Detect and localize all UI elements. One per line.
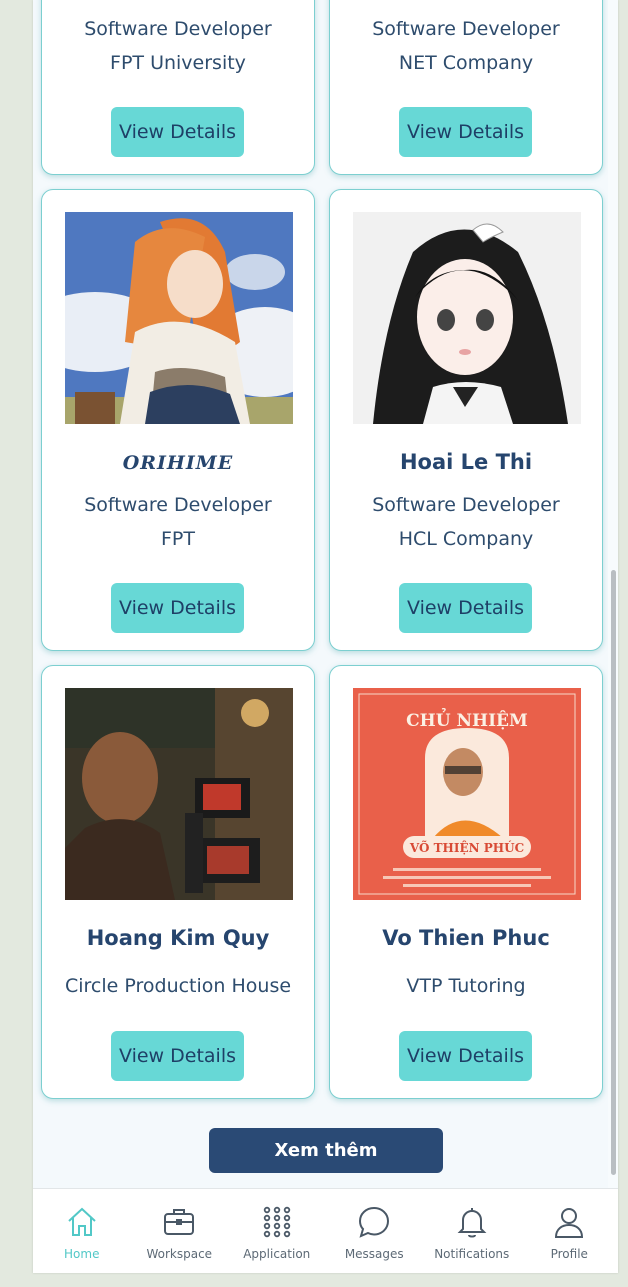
nav-label: Messages: [344, 1247, 404, 1261]
view-details-button[interactable]: View Details: [111, 583, 244, 633]
card-company: FPT University: [110, 52, 246, 74]
briefcase-icon: [164, 1209, 195, 1235]
mentor-photo: [65, 688, 293, 900]
nav-label: Application: [243, 1247, 311, 1261]
view-details-button[interactable]: View Details: [111, 107, 244, 157]
poster-banner: VÕ THIỆN PHÚC: [409, 839, 524, 855]
mentor-name: ORIHIME: [122, 452, 234, 474]
nav-item-notifications[interactable]: Notifications: [423, 1189, 521, 1273]
card-role: Software Developer: [84, 494, 272, 516]
card-role: Software Developer: [84, 18, 272, 40]
mentor-card: CHỦ NHIỆM VÕ THIỆN PHÚC Vo Thien Phuc VT…: [329, 665, 603, 1099]
card-role: Software Developer: [372, 18, 560, 40]
user-icon: [555, 1208, 584, 1238]
card-company: NET Company: [398, 52, 534, 74]
mentor-card: ORIHIME Software Developer FPT View Deta…: [41, 189, 315, 651]
mentor-name: Vo Thien Phuc: [382, 926, 550, 950]
mentor-card: Hoai Le Thi Software Developer HCL Compa…: [329, 189, 603, 651]
grid-dots-icon: [263, 1206, 290, 1238]
nav-label: Profile: [550, 1247, 588, 1261]
card-company: VTP Tutoring: [406, 975, 526, 997]
home-icon: [68, 1207, 96, 1236]
mentor-photo: [65, 212, 293, 424]
mentor-name: Hoang Kim Quy: [86, 926, 270, 950]
load-more-button[interactable]: Xem thêm: [209, 1128, 443, 1173]
nav-item-messages[interactable]: Messages: [326, 1189, 424, 1273]
nav-item-workspace[interactable]: Workspace: [131, 1189, 229, 1273]
nav-item-profile[interactable]: Profile: [521, 1189, 619, 1273]
nav-item-application[interactable]: Application: [228, 1189, 326, 1273]
card-role: Software Developer: [372, 494, 560, 516]
mentor-card: Software Developer NET Company View Deta…: [329, 0, 603, 175]
poster-title: CHỦ NHIỆM: [406, 708, 528, 731]
card-company: FPT: [161, 528, 195, 550]
view-details-button[interactable]: View Details: [399, 107, 532, 157]
chat-bubble-icon: [359, 1206, 390, 1238]
bottom-navigation: Home Workspace Application Messages Noti…: [33, 1188, 618, 1273]
nav-label: Home: [64, 1247, 100, 1261]
scrollbar-track[interactable]: [608, 0, 618, 1188]
nav-item-home[interactable]: Home: [33, 1189, 131, 1273]
view-details-button[interactable]: View Details: [399, 1031, 532, 1081]
app-screen: Software Developer FPT University View D…: [33, 0, 618, 1273]
nav-label: Workspace: [146, 1247, 213, 1261]
mentor-photo: [353, 212, 581, 424]
mentor-photo: CHỦ NHIỆM VÕ THIỆN PHÚC: [353, 688, 581, 900]
card-company: HCL Company: [398, 528, 534, 550]
scrollbar-thumb[interactable]: [611, 570, 616, 1175]
view-details-button[interactable]: View Details: [399, 583, 532, 633]
view-details-button[interactable]: View Details: [111, 1031, 244, 1081]
mentor-card: Hoang Kim Quy Circle Production House Vi…: [41, 665, 315, 1099]
mentor-card: Software Developer FPT University View D…: [41, 0, 315, 175]
bell-icon: [457, 1208, 487, 1238]
mentor-name: Hoai Le Thi: [399, 450, 533, 474]
nav-label: Notifications: [434, 1247, 510, 1261]
card-company: Circle Production House: [64, 975, 292, 997]
